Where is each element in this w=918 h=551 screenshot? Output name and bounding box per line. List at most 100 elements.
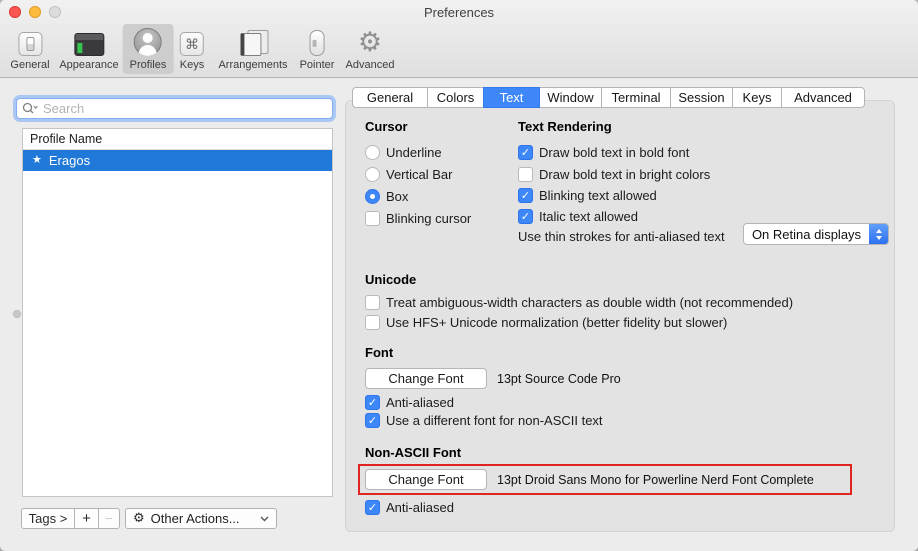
non-ascii-anti-aliased-checkbox[interactable]: ✓ Anti-aliased <box>365 499 454 516</box>
star-icon: ★ <box>32 155 42 166</box>
checkbox-control[interactable]: ✓ <box>365 315 380 330</box>
toolbar-item-advanced[interactable]: ⚙ Advanced <box>339 24 402 74</box>
cursor-section-title: Cursor <box>365 119 408 134</box>
ambiguous-width-checkbox[interactable]: ✓ Treat ambiguous-width characters as do… <box>365 294 793 311</box>
profile-name: Eragos <box>49 153 90 168</box>
blinking-cursor-checkbox[interactable]: ✓ Blinking cursor <box>365 210 471 227</box>
radio-control[interactable] <box>365 145 380 160</box>
profile-row-eragos[interactable]: ★ Eragos <box>23 150 332 171</box>
toolbar-label: Pointer <box>300 59 335 71</box>
thin-strokes-label-row: Use thin strokes for anti-aliased text <box>518 228 725 245</box>
draw-bold-in-bold-checkbox[interactable]: ✓ Draw bold text in bold font <box>518 144 689 161</box>
add-profile-button[interactable]: + <box>74 508 99 529</box>
pane-resize-handle[interactable] <box>13 310 21 318</box>
tab-colors[interactable]: Colors <box>427 87 484 108</box>
toolbar-label: Keys <box>180 59 204 71</box>
radio-control[interactable] <box>365 189 380 204</box>
window-chrome: Preferences General Appearance Profiles … <box>0 0 918 78</box>
search-input[interactable] <box>43 101 327 116</box>
profile-list-header: Profile Name <box>23 129 332 150</box>
font-anti-aliased-checkbox[interactable]: ✓ Anti-aliased <box>365 394 454 411</box>
option-label: Anti-aliased <box>386 500 454 515</box>
cursor-underline-option[interactable]: Underline <box>365 144 442 161</box>
non-ascii-font-section-title: Non-ASCII Font <box>365 445 461 460</box>
tab-general[interactable]: General <box>352 87 428 108</box>
toolbar-label: General <box>10 59 49 71</box>
remove-profile-button[interactable]: − <box>98 508 120 529</box>
profile-list: Profile Name ★ Eragos <box>22 128 333 497</box>
gear-icon: ⚙ <box>358 27 382 56</box>
toolbar-item-keys[interactable]: ⌘ Keys <box>173 24 211 74</box>
option-label: Treat ambiguous-width characters as doub… <box>386 295 793 310</box>
cursor-vertical-bar-option[interactable]: Vertical Bar <box>365 166 452 183</box>
checkbox-control[interactable]: ✓ <box>518 188 533 203</box>
search-icon <box>22 102 39 115</box>
toolbar-item-profiles[interactable]: Profiles <box>123 24 174 74</box>
toolbar-item-general[interactable]: General <box>3 24 56 74</box>
change-non-ascii-font-button[interactable]: Change Font <box>365 469 487 490</box>
windows-stack-icon <box>238 27 268 56</box>
toolbar-item-arrangements[interactable]: Arrangements <box>211 24 294 74</box>
preferences-window: Preferences General Appearance Profiles … <box>0 0 918 551</box>
switch-icon <box>18 27 42 56</box>
tab-terminal[interactable]: Terminal <box>601 87 671 108</box>
tab-window[interactable]: Window <box>539 87 602 108</box>
option-label: Use a different font for non-ASCII text <box>386 413 603 428</box>
option-label: Underline <box>386 145 442 160</box>
other-actions-dropdown[interactable]: ⚙ Other Actions... <box>125 508 277 529</box>
option-label: Draw bold text in bold font <box>539 145 689 160</box>
hfs-normalization-checkbox[interactable]: ✓ Use HFS+ Unicode normalization (better… <box>365 314 727 331</box>
checkbox-control[interactable]: ✓ <box>518 209 533 224</box>
tab-keys[interactable]: Keys <box>732 87 782 108</box>
settings-tab-bar: General Colors Text Window Terminal Sess… <box>352 87 865 108</box>
unicode-section-title: Unicode <box>365 272 416 287</box>
draw-bold-bright-colors-checkbox[interactable]: ✓ Draw bold text in bright colors <box>518 166 710 183</box>
tab-advanced[interactable]: Advanced <box>781 87 865 108</box>
cursor-box-option[interactable]: Box <box>365 188 408 205</box>
popup-stepper-icon <box>869 224 888 244</box>
profile-search-field[interactable] <box>16 98 333 119</box>
checkbox-control[interactable]: ✓ <box>365 395 380 410</box>
option-label: Vertical Bar <box>386 167 452 182</box>
checkbox-control[interactable]: ✓ <box>365 413 380 428</box>
italic-text-allowed-checkbox[interactable]: ✓ Italic text allowed <box>518 208 638 225</box>
checkbox-control[interactable]: ✓ <box>518 167 533 182</box>
option-label: Blinking text allowed <box>539 188 657 203</box>
blinking-text-allowed-checkbox[interactable]: ✓ Blinking text allowed <box>518 187 657 204</box>
thin-strokes-popup[interactable]: On Retina displays <box>743 223 889 245</box>
appearance-window-icon <box>74 27 104 56</box>
toolbar-item-appearance[interactable]: Appearance <box>52 24 125 74</box>
non-ascii-font-value: 13pt Droid Sans Mono for Powerline Nerd … <box>497 473 814 487</box>
font-section-title: Font <box>365 345 393 360</box>
font-value: 13pt Source Code Pro <box>497 372 621 386</box>
gear-icon: ⚙ <box>133 511 145 526</box>
tags-button[interactable]: Tags > <box>21 508 75 529</box>
chevron-down-icon <box>34 106 38 108</box>
option-label: Draw bold text in bright colors <box>539 167 710 182</box>
toolbar-label: Arrangements <box>218 59 287 71</box>
option-label: Blinking cursor <box>386 211 471 226</box>
profile-footer-buttons: Tags > + − <box>21 508 120 529</box>
option-label: Anti-aliased <box>386 395 454 410</box>
different-non-ascii-font-checkbox[interactable]: ✓ Use a different font for non-ASCII tex… <box>365 412 603 429</box>
person-icon <box>134 27 162 56</box>
other-actions-label: Other Actions... <box>151 511 240 526</box>
option-label: Box <box>386 189 408 204</box>
checkbox-control[interactable]: ✓ <box>365 500 380 515</box>
text-rendering-section-title: Text Rendering <box>518 119 612 134</box>
toolbar-label: Appearance <box>59 59 118 71</box>
tab-text[interactable]: Text <box>483 87 540 108</box>
popup-selected-value: On Retina displays <box>744 227 869 242</box>
toolbar-item-pointer[interactable]: Pointer <box>293 24 342 74</box>
change-font-button[interactable]: Change Font <box>365 368 487 389</box>
checkbox-control[interactable]: ✓ <box>365 295 380 310</box>
tab-session[interactable]: Session <box>670 87 733 108</box>
toolbar-label: Profiles <box>130 59 167 71</box>
command-key-icon: ⌘ <box>180 27 204 56</box>
mouse-icon <box>309 27 324 56</box>
thin-strokes-label: Use thin strokes for anti-aliased text <box>518 229 725 244</box>
checkbox-control[interactable]: ✓ <box>365 211 380 226</box>
checkbox-control[interactable]: ✓ <box>518 145 533 160</box>
radio-control[interactable] <box>365 167 380 182</box>
window-title: Preferences <box>0 5 918 20</box>
